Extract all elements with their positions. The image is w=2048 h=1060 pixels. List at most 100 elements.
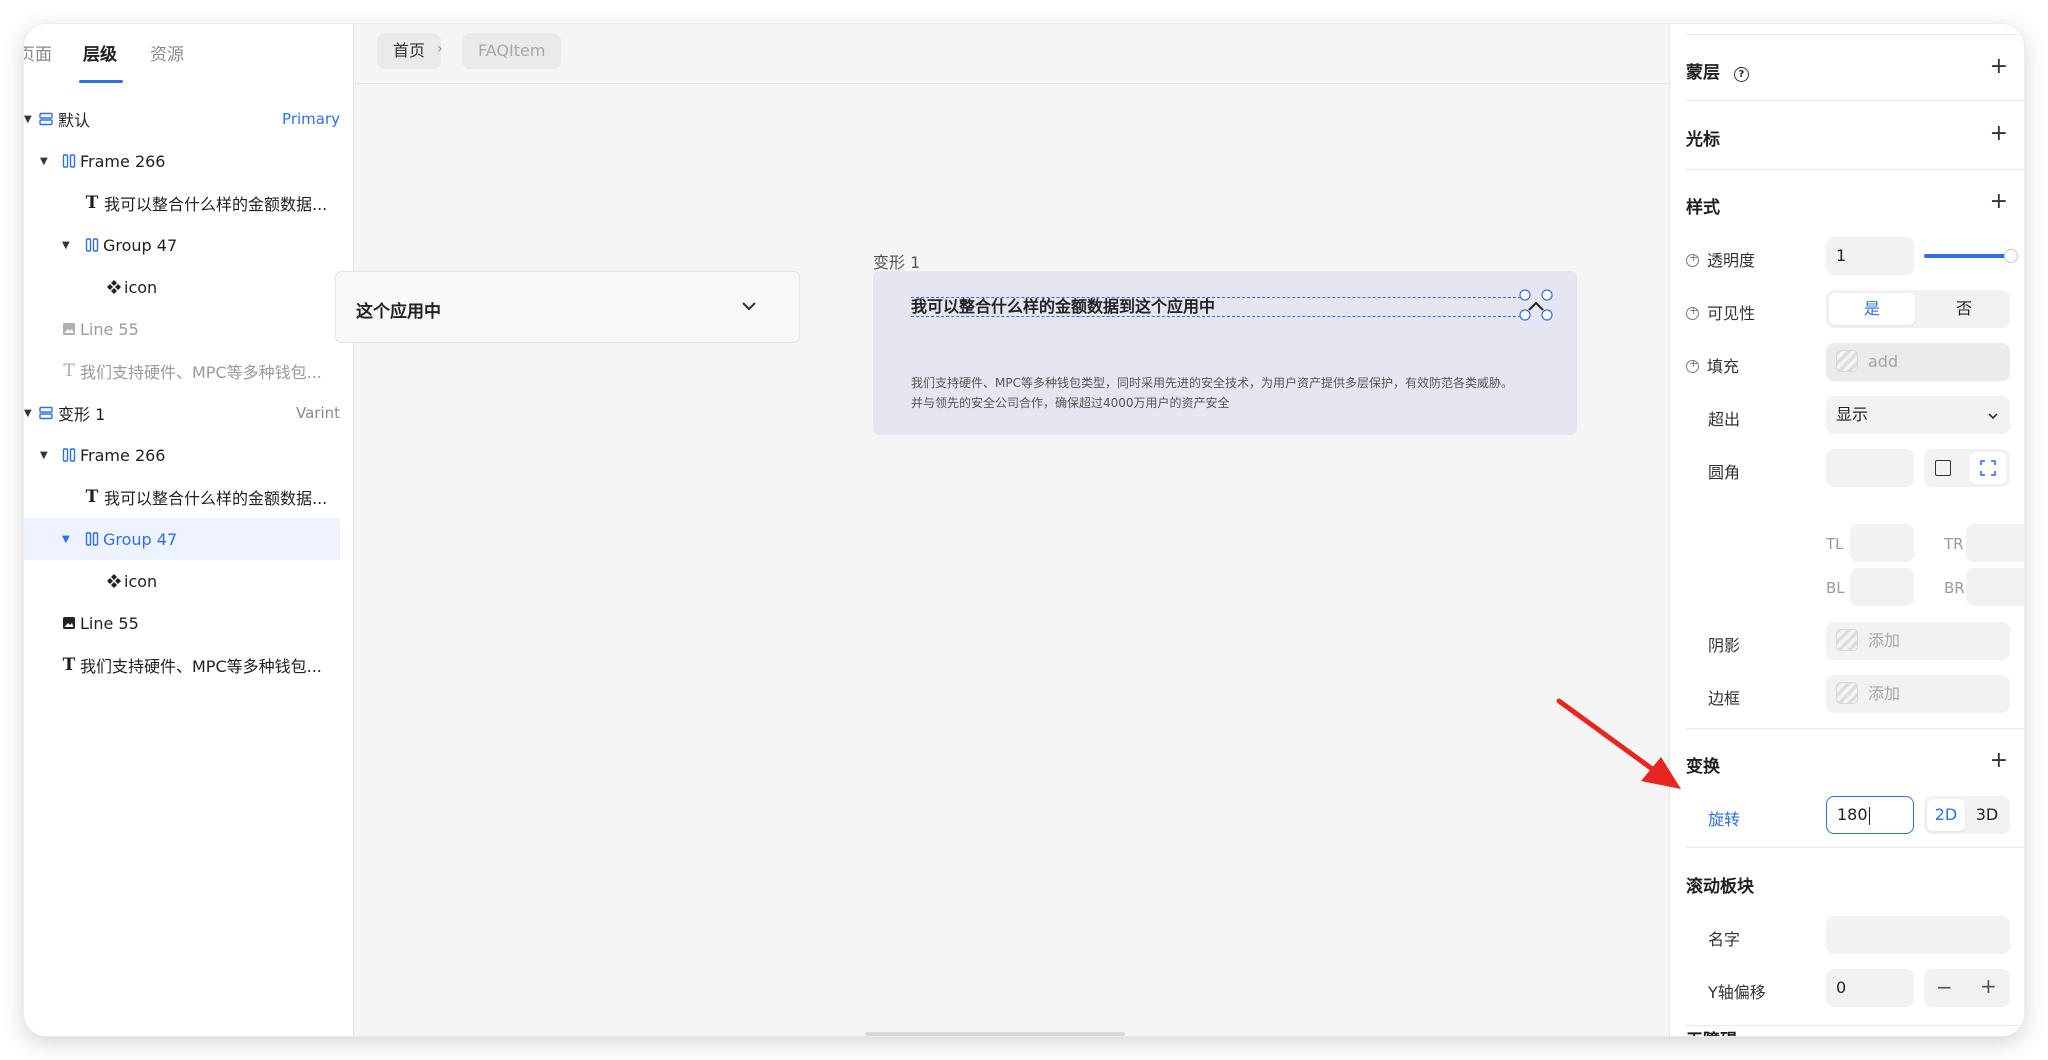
tree-item-group[interactable]: ▼ Group 47 bbox=[24, 224, 354, 266]
fill-label-text: 填充 bbox=[1707, 357, 1740, 376]
caret-down-icon[interactable]: ▼ bbox=[40, 156, 48, 167]
panel-tabs: 页面 层级 资源 bbox=[24, 24, 354, 84]
tree-item-default[interactable]: ▼ 默认 Primary bbox=[24, 98, 354, 140]
variant-tag: Varint bbox=[295, 404, 340, 422]
frame-icon bbox=[61, 153, 77, 169]
divider bbox=[1686, 728, 2024, 729]
tab-pages[interactable]: 页面 bbox=[24, 40, 52, 65]
transparent-swatch-icon bbox=[1836, 349, 1858, 372]
caret-down-icon[interactable]: ▼ bbox=[24, 114, 32, 125]
faq-card-default[interactable]: 这个应用中 bbox=[335, 271, 800, 343]
mode-2d[interactable]: 2D bbox=[1927, 799, 1965, 831]
chevron-down-icon bbox=[1988, 413, 1998, 420]
decrement-button[interactable]: − bbox=[1936, 975, 1953, 999]
tree-item-label: Group 47 bbox=[103, 235, 178, 255]
help-icon[interactable]: ? bbox=[1733, 67, 1749, 82]
border-field[interactable]: 添加 bbox=[1826, 675, 2010, 713]
tree-item-label: Line 55 bbox=[80, 613, 139, 633]
layers-panel: 页面 层级 资源 ▼ 默认 Primary ▼ Frame 266 T 我可以整… bbox=[24, 24, 354, 1036]
transparent-swatch-icon bbox=[1836, 628, 1858, 651]
overflow-select[interactable]: 显示 bbox=[1826, 396, 2010, 434]
tree-item-text[interactable]: T 我们支持硬件、MPC等多种钱包... bbox=[24, 350, 354, 392]
tree-item-text[interactable]: T 我们支持硬件、MPC等多种钱包... bbox=[24, 644, 354, 686]
rotate-mode-toggle: 2D 3D bbox=[1924, 796, 2010, 834]
app-window: 页面 层级 资源 ▼ 默认 Primary ▼ Frame 266 T 我可以整… bbox=[24, 24, 2024, 1036]
radius-input[interactable] bbox=[1826, 449, 1914, 487]
tree-item-label: 默认 bbox=[58, 111, 91, 130]
text-cursor bbox=[1868, 806, 1871, 825]
add-style-button[interactable]: + bbox=[1990, 191, 2008, 213]
tree-item-line[interactable]: Line 55 bbox=[24, 308, 354, 350]
caret-down-icon[interactable]: ▼ bbox=[62, 240, 70, 251]
faq-question-selected[interactable]: 我可以整合什么样的金额数据到这个应用中 bbox=[911, 297, 1521, 317]
radius-bl-input[interactable] bbox=[1850, 568, 1914, 606]
name-input[interactable] bbox=[1826, 916, 2010, 954]
increment-button[interactable]: + bbox=[1980, 974, 1997, 998]
radius-br-label: BR bbox=[1944, 579, 1965, 597]
tree-item-frame[interactable]: ▼ Frame 266 bbox=[24, 434, 354, 476]
image-icon bbox=[61, 615, 77, 631]
canvas-scrollbar[interactable] bbox=[865, 1032, 1125, 1036]
radius-mode-toggle bbox=[1924, 449, 2010, 487]
fill-label: 填充 bbox=[1686, 353, 1739, 377]
y-offset-stepper: − + bbox=[1924, 969, 2010, 1007]
caret-down-icon[interactable]: ▼ bbox=[40, 450, 48, 461]
opacity-slider[interactable] bbox=[1924, 254, 2010, 258]
add-transform-button[interactable]: + bbox=[1990, 750, 2008, 772]
tree-item-label: Frame 266 bbox=[80, 445, 166, 465]
breadcrumb: 首页 › FAQItem bbox=[355, 24, 1669, 84]
square-icon[interactable] bbox=[1935, 460, 1951, 476]
caret-down-icon[interactable]: ▼ bbox=[62, 534, 70, 545]
group-icon bbox=[84, 531, 100, 547]
frame-icon bbox=[61, 447, 77, 463]
y-offset-input[interactable]: 0 bbox=[1826, 969, 1914, 1007]
variant-frame-label[interactable]: 变形 1 bbox=[873, 249, 920, 273]
overflow-value: 显示 bbox=[1836, 405, 1869, 424]
breadcrumb-home[interactable]: 首页 bbox=[377, 33, 442, 69]
active-tab-indicator bbox=[79, 80, 123, 83]
expand-corners-icon[interactable] bbox=[1970, 452, 2006, 484]
tree-item-label: icon bbox=[124, 571, 158, 591]
tree-item-icon[interactable]: icon bbox=[24, 560, 354, 602]
visibility-yes[interactable]: 是 bbox=[1829, 293, 1915, 325]
radius-br-input[interactable] bbox=[1966, 568, 2024, 606]
group-icon bbox=[84, 237, 100, 253]
tree-item-line[interactable]: Line 55 bbox=[24, 602, 354, 644]
transform-section-title: 变换 bbox=[1686, 757, 1720, 777]
visibility-no[interactable]: 否 bbox=[1921, 293, 2007, 325]
faq-answer-line: 并与领先的安全公司合作，确保超过4000万用户的资产安全 bbox=[911, 396, 1230, 410]
breadcrumb-current[interactable]: FAQItem bbox=[462, 33, 562, 69]
variant-icon bbox=[38, 405, 54, 421]
radius-tr-input[interactable] bbox=[1966, 524, 2024, 562]
chevron-down-icon[interactable] bbox=[739, 296, 759, 320]
shadow-field[interactable]: 添加 bbox=[1826, 622, 2010, 660]
tab-layers[interactable]: 层级 bbox=[83, 40, 117, 65]
caret-down-icon[interactable]: ▼ bbox=[24, 408, 32, 419]
add-circle-icon[interactable] bbox=[1686, 304, 1699, 320]
tree-item-text[interactable]: T 我可以整合什么样的金额数据... bbox=[24, 476, 354, 518]
border-placeholder: 添加 bbox=[1868, 684, 1901, 703]
add-circle-icon[interactable] bbox=[1686, 251, 1699, 267]
opacity-slider-thumb[interactable] bbox=[2004, 249, 2018, 263]
tree-item-icon[interactable]: icon bbox=[24, 266, 354, 308]
add-circle-icon[interactable] bbox=[1686, 357, 1699, 373]
tree-item-frame[interactable]: ▼ Frame 266 bbox=[24, 140, 354, 182]
design-canvas[interactable]: 这个应用中 变形 1 我可以整合什么样的金额数据到这个应用中 我们支持硬件、MP… bbox=[335, 85, 1669, 1036]
tree-item-variant[interactable]: ▼ 变形 1 Varint bbox=[24, 392, 354, 434]
add-cursor-button[interactable]: + bbox=[1990, 123, 2008, 145]
tree-item-group-selected[interactable]: ▼ Group 47 bbox=[24, 518, 340, 560]
accessibility-section-title: 无障碍 bbox=[1686, 1026, 1737, 1036]
mode-3d[interactable]: 3D bbox=[1968, 799, 2006, 831]
tab-assets[interactable]: 资源 bbox=[150, 40, 184, 65]
properties-panel: 蒙层 ? + 光标 + 样式 + 透明度 1 可见性 是 否 填充 add 超出… bbox=[1669, 24, 2024, 1036]
add-mask-button[interactable]: + bbox=[1990, 56, 2008, 78]
fill-field[interactable]: add bbox=[1826, 343, 2010, 381]
tree-item-text[interactable]: T 我可以整合什么样的金额数据... bbox=[24, 182, 354, 224]
rotate-input[interactable]: 180 bbox=[1826, 796, 1914, 834]
faq-card-variant[interactable]: 我可以整合什么样的金额数据到这个应用中 我们支持硬件、MPC等多种钱包类型，同时… bbox=[873, 271, 1577, 435]
opacity-input[interactable]: 1 bbox=[1826, 237, 1914, 275]
selection-handles[interactable] bbox=[1519, 289, 1555, 329]
rotate-label: 旋转 bbox=[1708, 810, 1741, 829]
radius-tl-input[interactable] bbox=[1850, 524, 1914, 562]
shadow-label: 阴影 bbox=[1708, 636, 1741, 655]
